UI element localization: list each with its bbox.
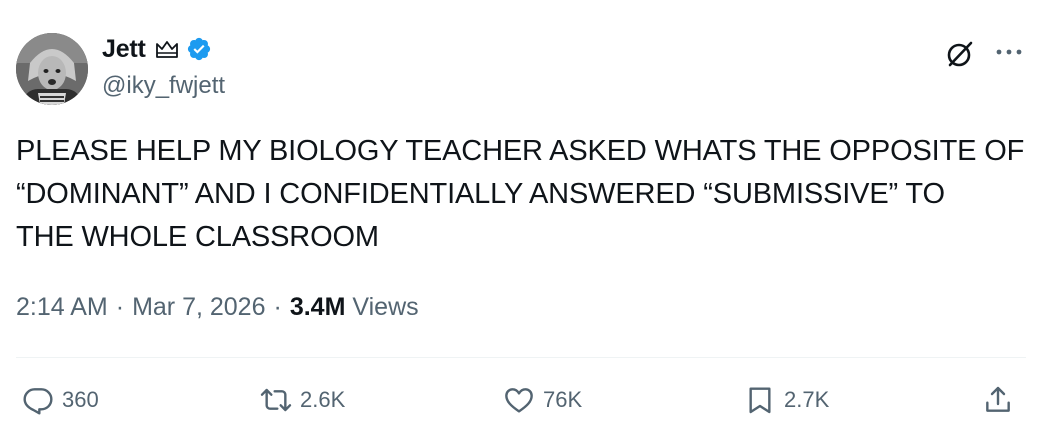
author-name-row: Jett (102, 34, 212, 64)
repost-button[interactable]: 2.6K (260, 382, 345, 418)
tweet-meta: 2:14 AM · Mar 7, 2026 · 3.4M Views (16, 290, 419, 324)
meta-separator: · (115, 292, 125, 321)
like-button[interactable]: 76K (503, 382, 582, 418)
repost-count: 2.6K (300, 387, 346, 412)
tweet-date[interactable]: Mar 7, 2026 (132, 293, 265, 322)
grok-icon[interactable] (944, 38, 976, 70)
more-icon[interactable] (992, 40, 1026, 64)
tweet-card: Jett @iky_fwjett PLEASE HELP MY BIOLOGY … (0, 0, 1048, 429)
reply-count: 360 (62, 387, 99, 412)
avatar[interactable] (16, 33, 88, 105)
views-label: Views (352, 292, 419, 321)
meta-separator: · (273, 292, 282, 321)
like-icon (505, 388, 533, 413)
bookmark-button[interactable]: 2.7K (744, 382, 829, 418)
bookmark-count: 2.7K (784, 387, 830, 412)
reply-icon (23, 388, 53, 415)
share-button[interactable] (982, 382, 1014, 418)
tweet-time[interactable]: 2:14 AM (16, 293, 108, 322)
bookmark-icon (749, 387, 771, 414)
like-count: 76K (543, 387, 583, 412)
divider (16, 357, 1026, 358)
verified-badge-icon (187, 37, 210, 61)
crown-icon (155, 41, 178, 58)
display-name[interactable]: Jett (102, 35, 146, 64)
reply-button[interactable]: 360 (22, 382, 99, 418)
views-count[interactable]: 3.4M (290, 293, 346, 322)
share-icon (986, 386, 1010, 412)
author-handle[interactable]: @iky_fwjett (102, 72, 225, 100)
tweet-text: PLEASE HELP MY BIOLOGY TEACHER ASKED WHA… (16, 135, 1025, 253)
repost-icon (260, 388, 292, 412)
